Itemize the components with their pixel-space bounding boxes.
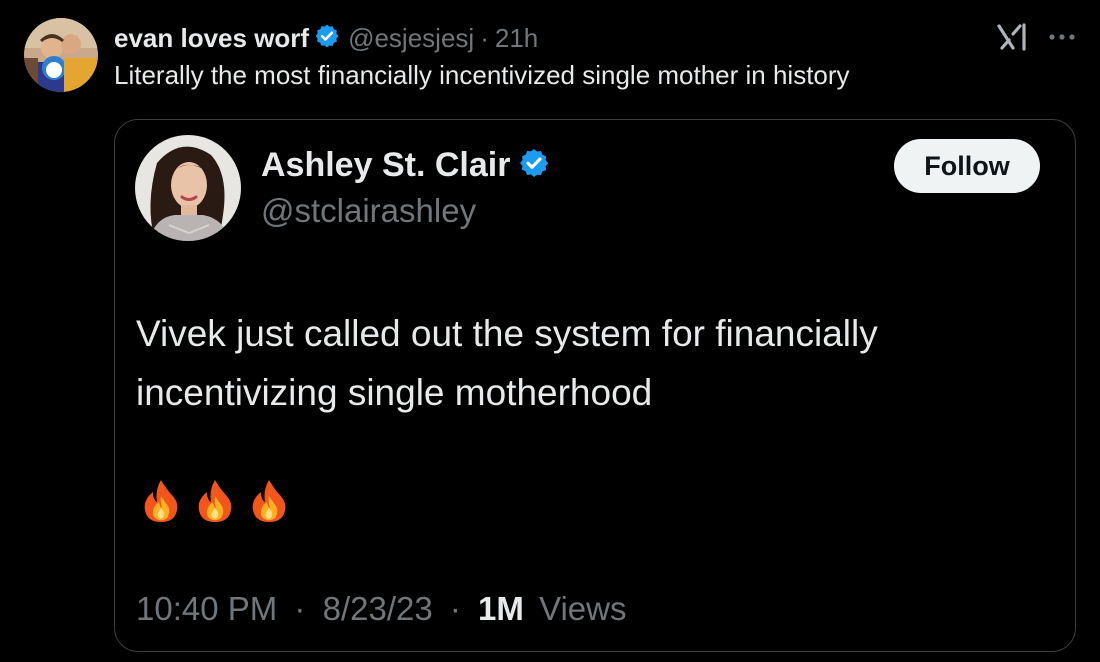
quoted-author-name[interactable]: Ashley St. Clair [261,146,510,185]
fire-emoji-icon [195,478,235,524]
views-count: 1M [478,590,524,627]
outer-author-name[interactable]: evan loves worf [114,23,309,54]
quoted-tweet-time[interactable]: 10:40 PM [136,590,277,627]
quoted-author-avatar[interactable] [135,135,241,241]
quoted-name-row: Ashley St. Clair [261,146,558,185]
quoted-tweet-meta: 10:40 PM · 8/23/23 · 1M Views [136,590,627,628]
more-options-icon[interactable] [1046,22,1078,52]
outer-author-avatar[interactable] [24,18,98,92]
emoji-row [141,478,289,524]
outer-tweet-time[interactable]: 21h [495,23,538,54]
quoted-tweet-text: Vivek just called out the system for fin… [136,313,878,413]
fire-emoji-icon [141,478,181,524]
quoted-tweet-date[interactable]: 8/23/23 [323,590,433,627]
outer-tweet-header: evan loves worf @esjesjesj · 21h [114,20,538,56]
meta-separator: · [294,590,306,627]
outer-author-handle[interactable]: @esjesjesj [348,23,474,54]
fire-emoji-icon [249,478,289,524]
quoted-tweet-card[interactable]: Ashley St. Clair @stclairashley Follow V… [114,119,1076,652]
xai-logo-icon[interactable] [996,22,1030,52]
outer-tweet-text: Literally the most financially incentivi… [114,60,850,90]
follow-button[interactable]: Follow [894,139,1040,193]
views-label: Views [539,590,627,627]
quoted-author-handle[interactable]: @stclairashley [261,192,476,230]
verified-badge-icon [518,147,550,184]
meta-separator: · [449,590,461,627]
header-separator: · [480,22,489,53]
verified-badge-icon [314,23,340,54]
